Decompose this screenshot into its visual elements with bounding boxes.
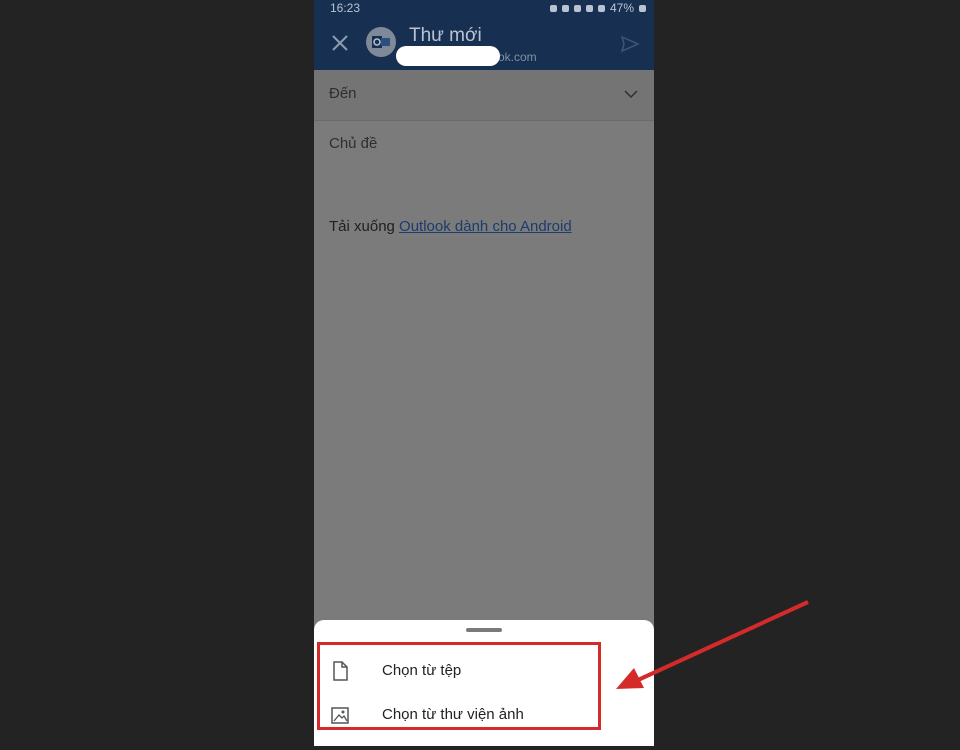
annotation-arrow: [616, 600, 809, 689]
